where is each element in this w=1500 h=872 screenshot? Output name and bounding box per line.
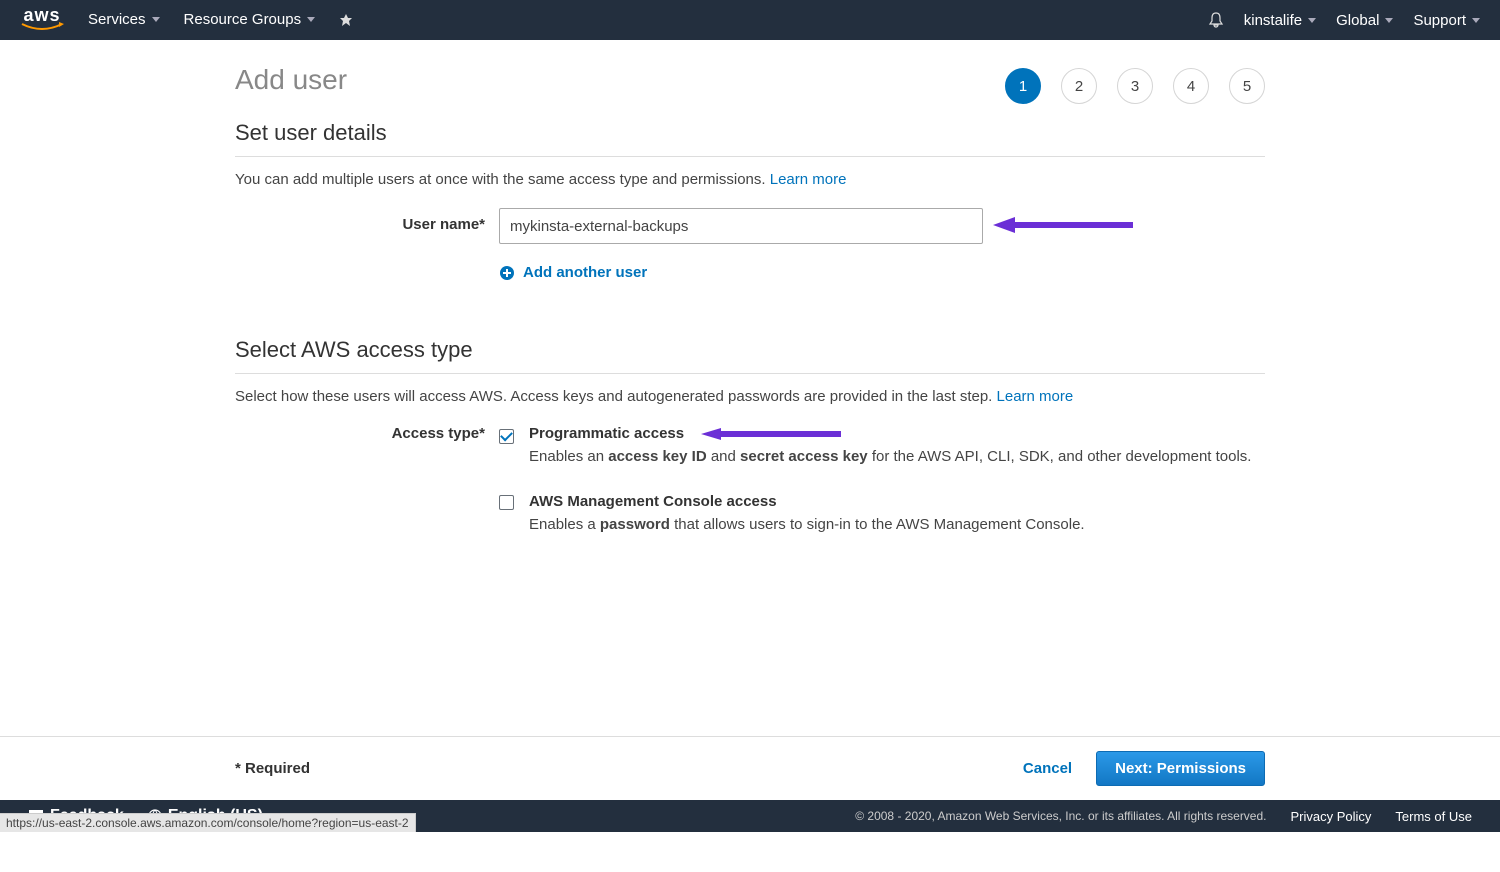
chevron-down-icon <box>1385 18 1393 23</box>
user-details-description: You can add multiple users at once with … <box>235 171 1265 188</box>
resource-groups-menu[interactable]: Resource Groups <box>184 11 316 28</box>
step-2[interactable]: 2 <box>1061 68 1097 104</box>
copyright-text: © 2008 - 2020, Amazon Web Services, Inc.… <box>855 809 1266 823</box>
step-1[interactable]: 1 <box>1005 68 1041 104</box>
add-another-label: Add another user <box>523 264 647 281</box>
services-label: Services <box>88 11 146 28</box>
user-details-heading: Set user details <box>235 120 1265 146</box>
topnav-left: aws Services Resource Groups <box>20 8 353 32</box>
support-label: Support <box>1413 12 1466 29</box>
chevron-down-icon <box>152 17 160 22</box>
console-access-checkbox[interactable] <box>499 495 514 510</box>
access-type-row: Access type* Programmatic access Enables… <box>235 425 1265 469</box>
next-button[interactable]: Next: Permissions <box>1096 751 1265 786</box>
footer-right: © 2008 - 2020, Amazon Web Services, Inc.… <box>855 809 1472 824</box>
bottom-inner: * Required Cancel Next: Permissions <box>235 737 1265 800</box>
bottom-bar: * Required Cancel Next: Permissions <box>0 736 1500 800</box>
terms-of-use-link[interactable]: Terms of Use <box>1395 809 1472 824</box>
chevron-down-icon <box>307 17 315 22</box>
learn-more-link[interactable]: Learn more <box>997 388 1074 405</box>
username-input[interactable] <box>499 208 983 244</box>
main-content: Add user 1 2 3 4 5 Set user details You … <box>235 64 1265 536</box>
support-menu[interactable]: Support <box>1413 12 1480 29</box>
required-note: * Required <box>235 760 310 777</box>
annotation-arrow-username <box>993 216 1133 234</box>
pin-icon[interactable] <box>339 13 353 27</box>
console-access-title: AWS Management Console access <box>529 493 777 510</box>
aws-logo[interactable]: aws <box>20 8 64 32</box>
services-menu[interactable]: Services <box>88 11 160 28</box>
checkbox-col-2 <box>499 493 529 513</box>
wizard-steps: 1 2 3 4 5 <box>1005 68 1265 104</box>
separator <box>235 373 1265 374</box>
top-navigation: aws Services Resource Groups kinstalife … <box>0 0 1500 40</box>
username-control: Add another user <box>499 208 1265 281</box>
access-type-label: Access type* <box>235 425 499 442</box>
console-access-block: AWS Management Console access Enables a … <box>529 493 1265 537</box>
annotation-arrow-access <box>701 427 841 441</box>
learn-more-link[interactable]: Learn more <box>770 171 847 188</box>
wizard-actions: Cancel Next: Permissions <box>1023 751 1265 786</box>
account-label: kinstalife <box>1244 12 1302 29</box>
region-label: Global <box>1336 12 1379 29</box>
chevron-down-icon <box>1308 18 1316 23</box>
status-url: https://us-east-2.console.aws.amazon.com… <box>0 813 416 832</box>
console-access-row: AWS Management Console access Enables a … <box>235 493 1265 537</box>
add-another-user[interactable]: Add another user <box>499 264 1265 281</box>
access-type-heading: Select AWS access type <box>235 337 1265 363</box>
privacy-policy-link[interactable]: Privacy Policy <box>1291 809 1372 824</box>
separator <box>235 156 1265 157</box>
access-type-description: Select how these users will access AWS. … <box>235 388 1265 405</box>
bell-icon[interactable] <box>1208 12 1224 28</box>
aws-smile-icon <box>20 22 64 32</box>
step-5[interactable]: 5 <box>1229 68 1265 104</box>
programmatic-access-desc: Enables an access key ID and secret acce… <box>529 446 1265 469</box>
console-access-desc: Enables a password that allows users to … <box>529 514 1265 537</box>
programmatic-access-block: Programmatic access Enables an access ke… <box>529 425 1265 469</box>
account-menu[interactable]: kinstalife <box>1244 12 1316 29</box>
resource-groups-label: Resource Groups <box>184 11 302 28</box>
access-type-desc-text: Select how these users will access AWS. … <box>235 388 997 405</box>
username-row: User name* Add another user <box>235 208 1265 281</box>
footer: Feedback English (US) © 2008 - 2020, Ama… <box>0 800 1500 832</box>
programmatic-access-title: Programmatic access <box>529 425 684 442</box>
plus-circle-icon <box>499 265 515 281</box>
username-label: User name* <box>235 208 499 233</box>
step-4[interactable]: 4 <box>1173 68 1209 104</box>
user-details-desc-text: You can add multiple users at once with … <box>235 171 770 188</box>
cancel-button[interactable]: Cancel <box>1023 760 1072 777</box>
region-menu[interactable]: Global <box>1336 12 1393 29</box>
topnav-right: kinstalife Global Support <box>1208 12 1480 29</box>
step-3[interactable]: 3 <box>1117 68 1153 104</box>
programmatic-access-checkbox[interactable] <box>499 429 514 444</box>
access-type-section: Select AWS access type Select how these … <box>235 337 1265 536</box>
checkbox-col-1 <box>499 425 529 444</box>
aws-logo-text: aws <box>23 8 60 22</box>
chevron-down-icon <box>1472 18 1480 23</box>
